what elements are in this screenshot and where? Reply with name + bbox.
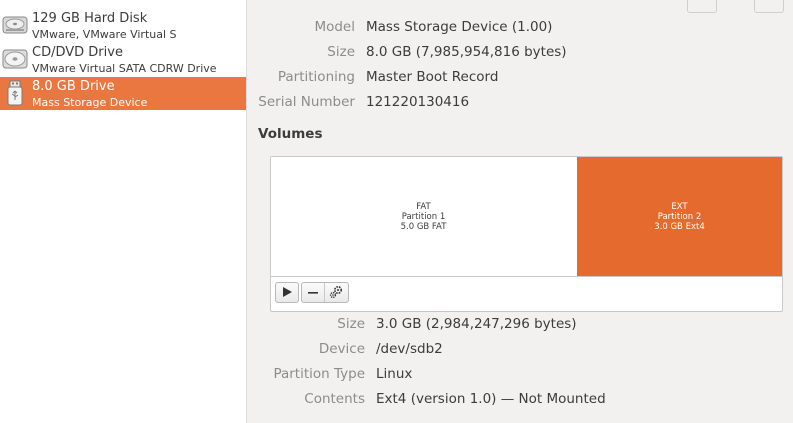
volume-size-label: Size [337, 316, 365, 332]
drive-detail-pane: Model Mass Storage Device (1.00) Size 8.… [247, 0, 793, 423]
serial-number-value: 121220130416 [366, 94, 470, 110]
drive-subtitle: VMware, VMware Virtual S [32, 28, 177, 41]
device-label: Device [318, 341, 365, 357]
size-label: Size [327, 44, 355, 60]
model-label: Model [314, 19, 355, 35]
partition-desc: 5.0 GB FAT [400, 221, 447, 232]
partition-type-label: Partition Type [273, 366, 365, 382]
volume-size-value: 3.0 GB (2,984,247,296 bytes) [376, 316, 577, 332]
gears-icon [329, 285, 343, 299]
drive-subtitle: VMware Virtual SATA CDRW Drive [32, 62, 217, 75]
partition-2[interactable]: EXT Partition 2 3.0 GB Ext4 [577, 157, 782, 276]
drive-name: 129 GB Hard Disk [32, 11, 148, 26]
drive-subtitle: Mass Storage Device [32, 96, 148, 109]
contents-label: Contents [304, 391, 365, 407]
partition-type: EXT [671, 201, 688, 212]
volumes-heading: Volumes [258, 126, 323, 142]
play-icon [283, 287, 292, 297]
partitioning-label: Partitioning [277, 69, 355, 85]
size-value: 8.0 GB (7,985,954,816 bytes) [366, 44, 567, 60]
drive-name: 8.0 GB Drive [32, 79, 115, 94]
drive-item-usb[interactable]: 8.0 GB Drive Mass Storage Device [0, 77, 246, 110]
header-button-stub[interactable] [754, 0, 784, 13]
volumes-frame: FAT Partition 1 5.0 GB FAT EXT Partition… [270, 156, 783, 312]
volume-map: FAT Partition 1 5.0 GB FAT EXT Partition… [271, 157, 782, 277]
partitioning-value: Master Boot Record [366, 69, 499, 85]
drive-name: CD/DVD Drive [32, 45, 123, 60]
drive-sidebar: 129 GB Hard Disk VMware, VMware Virtual … [0, 0, 247, 423]
drive-item-hard-disk[interactable]: 129 GB Hard Disk VMware, VMware Virtual … [0, 9, 246, 42]
volume-action-group [301, 282, 349, 303]
drive-item-cd-dvd[interactable]: CD/DVD Drive VMware Virtual SATA CDRW Dr… [0, 43, 246, 76]
optical-drive-icon [2, 49, 28, 69]
partition-1[interactable]: FAT Partition 1 5.0 GB FAT [271, 157, 576, 276]
mount-button[interactable] [275, 282, 299, 303]
delete-partition-button[interactable] [302, 283, 325, 302]
partition-options-button[interactable] [324, 283, 348, 302]
partition-desc: 3.0 GB Ext4 [654, 221, 705, 232]
usb-drive-icon [7, 80, 23, 106]
device-value: /dev/sdb2 [376, 341, 443, 357]
model-value: Mass Storage Device (1.00) [366, 19, 553, 35]
serial-number-label: Serial Number [258, 94, 355, 110]
hard-disk-icon [2, 16, 28, 34]
minus-icon [308, 292, 318, 294]
partition-name: Partition 1 [401, 211, 446, 222]
partition-type-value: Linux [376, 366, 413, 382]
partition-name: Partition 2 [657, 211, 702, 222]
partition-type: FAT [416, 201, 431, 212]
contents-value: Ext4 (version 1.0) — Not Mounted [376, 391, 606, 407]
header-button-stub[interactable] [687, 0, 717, 13]
